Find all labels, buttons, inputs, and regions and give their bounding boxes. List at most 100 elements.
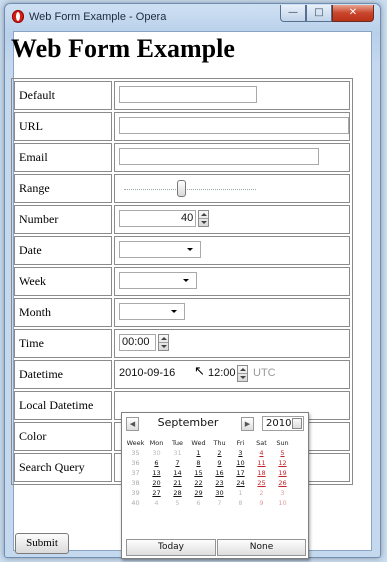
calendar-day[interactable]: 6: [188, 498, 209, 508]
calendar-day[interactable]: 21: [167, 478, 188, 488]
calendar-day[interactable]: 17: [230, 468, 251, 478]
default-input[interactable]: [119, 86, 257, 103]
calendar-day[interactable]: 6: [146, 458, 167, 468]
week-select[interactable]: [119, 272, 197, 289]
datetime-time-stepper[interactable]: [237, 365, 248, 382]
number-stepper[interactable]: [198, 210, 209, 227]
calendar-week-row: 35 30 31 1 2 3 4 5: [125, 448, 293, 458]
calendar-day[interactable]: 31: [167, 448, 188, 458]
calendar-day[interactable]: 29: [188, 488, 209, 498]
date-select[interactable]: [119, 241, 201, 258]
calendar-day[interactable]: 19: [272, 468, 293, 478]
calendar-day[interactable]: 13: [146, 468, 167, 478]
calendar-day[interactable]: 8: [188, 458, 209, 468]
calendar-day[interactable]: 4: [251, 448, 272, 458]
year-spin-button[interactable]: [292, 418, 302, 429]
calendar-day[interactable]: 10: [230, 458, 251, 468]
datetime-date-value[interactable]: 2010-09-16: [119, 367, 175, 379]
calendar-day[interactable]: 10: [272, 498, 293, 508]
year-stepper[interactable]: 2010: [262, 416, 304, 431]
calendar-day[interactable]: 22: [188, 478, 209, 488]
chevron-down-icon: [171, 310, 177, 313]
calendar-day[interactable]: 30: [146, 448, 167, 458]
calendar-header: Fri: [236, 438, 245, 447]
calendar-day[interactable]: 5: [167, 498, 188, 508]
calendar-day[interactable]: 2: [251, 488, 272, 498]
prev-month-button[interactable]: ◀: [126, 417, 139, 431]
week-number: 38: [131, 479, 140, 487]
label-time: Time: [14, 329, 112, 358]
calendar-day[interactable]: 5: [272, 448, 293, 458]
label-search-query: Search Query: [14, 453, 112, 482]
calendar-day[interactable]: 4: [146, 498, 167, 508]
label-local-datetime: Local Datetime: [14, 391, 112, 420]
label-month: Month: [14, 298, 112, 327]
table-row: Number 40: [14, 205, 350, 234]
calendar-day[interactable]: 9: [209, 458, 230, 468]
range-thumb[interactable]: [176, 180, 186, 197]
submit-button[interactable]: Submit: [15, 533, 69, 554]
close-button[interactable]: ✕: [332, 5, 374, 22]
calendar-day[interactable]: 1: [188, 448, 209, 458]
calendar-month: September: [157, 416, 219, 429]
calendar-week-row: 40 4 5 6 7 8 9 10: [125, 498, 293, 508]
calendar-day[interactable]: 16: [209, 468, 230, 478]
calendar-day[interactable]: 8: [230, 498, 251, 508]
calendar-day[interactable]: 25: [251, 478, 272, 488]
calendar-day[interactable]: 7: [209, 498, 230, 508]
calendar-day[interactable]: 24: [230, 478, 251, 488]
minimize-button[interactable]: —: [280, 5, 306, 22]
calendar-day[interactable]: 7: [167, 458, 188, 468]
chevron-left-icon: ◀: [129, 420, 136, 428]
chevron-right-icon: ▶: [244, 420, 251, 428]
time-stepper[interactable]: [158, 334, 169, 351]
label-default: Default: [14, 81, 112, 110]
table-row: Month: [14, 298, 350, 327]
calendar-day[interactable]: 14: [167, 468, 188, 478]
url-field[interactable]: [119, 117, 349, 134]
datetime-time-value[interactable]: 12:00: [208, 367, 236, 379]
calendar-day[interactable]: 9: [251, 498, 272, 508]
calendar-header: Tue: [171, 438, 184, 447]
calendar-day[interactable]: 2: [209, 448, 230, 458]
close-icon: ✕: [348, 7, 358, 18]
calendar-day[interactable]: 23: [209, 478, 230, 488]
calendar-day[interactable]: 12: [272, 458, 293, 468]
title-bar[interactable]: Web Form Example - Opera — □ ✕: [5, 4, 380, 31]
chevron-down-icon: [183, 279, 189, 282]
calendar-day[interactable]: 20: [146, 478, 167, 488]
calendar-day[interactable]: 30: [209, 488, 230, 498]
table-row: Datetime 2010-09-16 ↖ 12:00 UTC: [14, 360, 350, 389]
week-number: 37: [131, 469, 140, 477]
table-row: Email: [14, 143, 350, 172]
month-select[interactable]: [119, 303, 185, 320]
calendar-day[interactable]: 26: [272, 478, 293, 488]
datetime-zone: UTC: [253, 367, 276, 379]
label-date: Date: [14, 236, 112, 265]
calendar-day[interactable]: 18: [251, 468, 272, 478]
email-field[interactable]: [119, 148, 319, 165]
opera-logo-icon: [12, 10, 24, 23]
calendar-day[interactable]: 28: [167, 488, 188, 498]
none-button[interactable]: None: [217, 539, 306, 556]
calendar-header: Thu: [213, 438, 226, 447]
next-month-button[interactable]: ▶: [241, 417, 254, 431]
calendar-header: Wed: [191, 438, 206, 447]
label-week: Week: [14, 267, 112, 296]
calendar-day[interactable]: 11: [251, 458, 272, 468]
calendar-day[interactable]: 15: [188, 468, 209, 478]
maximize-button[interactable]: □: [306, 5, 332, 22]
calendar-header: Mon: [149, 438, 164, 447]
calendar-week-row: 38 20 21 22 23 24 25 26: [125, 478, 293, 488]
today-button[interactable]: Today: [126, 539, 216, 556]
window-controls: — □ ✕: [280, 5, 374, 22]
label-range: Range: [14, 174, 112, 203]
calendar-day[interactable]: 3: [230, 448, 251, 458]
label-number: Number: [14, 205, 112, 234]
calendar-day[interactable]: 3: [272, 488, 293, 498]
week-number: 36: [131, 459, 140, 467]
calendar-header: Sat: [256, 438, 267, 447]
range-slider[interactable]: [114, 174, 350, 203]
calendar-day[interactable]: 27: [146, 488, 167, 498]
calendar-day[interactable]: 1: [230, 488, 251, 498]
